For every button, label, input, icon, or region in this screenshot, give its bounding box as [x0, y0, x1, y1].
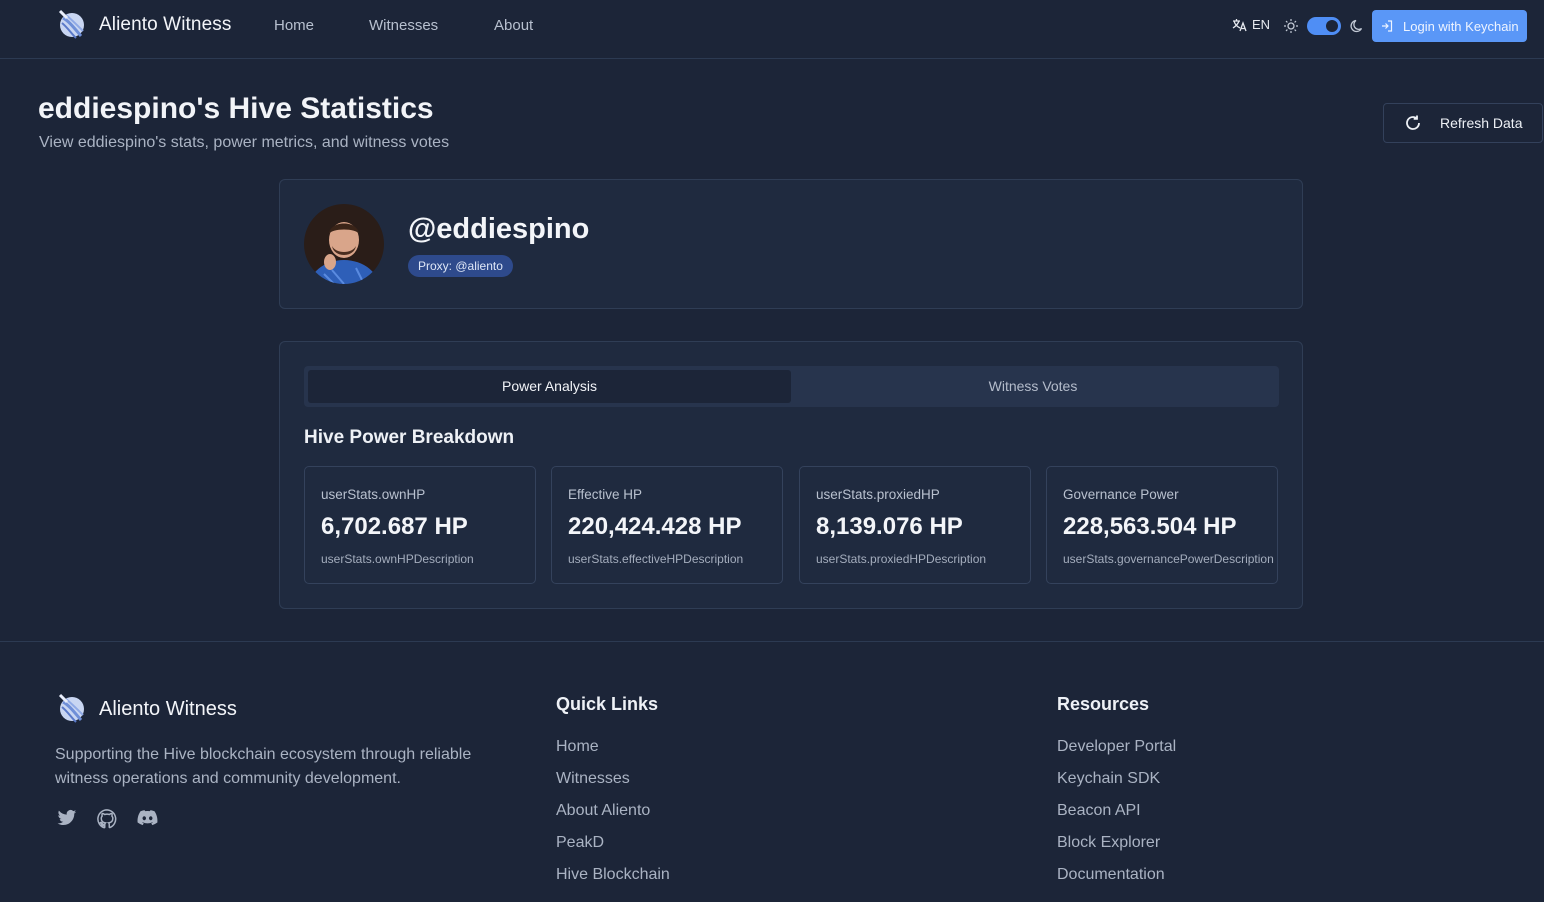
- toggle-knob: [1326, 20, 1338, 32]
- login-icon: [1382, 20, 1393, 32]
- quick-links-title: Quick Links: [556, 694, 659, 714]
- refresh-data-button[interactable]: Refresh Data: [1383, 103, 1543, 143]
- github-icon[interactable]: [97, 809, 117, 829]
- stat-card-own-hp: userStats.ownHP 6,702.687 HP userStats.o…: [304, 466, 536, 584]
- avatar: [304, 204, 384, 284]
- top-navbar: Aliento Witness Home Witnesses About EN …: [0, 0, 1544, 59]
- stat-description: userStats.governancePowerDescription: [1063, 552, 1274, 566]
- language-code: EN: [1252, 17, 1271, 32]
- footer-link-documentation[interactable]: Documentation: [1057, 866, 1165, 884]
- proxy-badge: Proxy: @aliento: [408, 255, 513, 277]
- nav-home[interactable]: Home: [274, 17, 314, 34]
- profile-card: @eddiespino Proxy: @aliento: [279, 179, 1303, 309]
- footer-link-peakd[interactable]: PeakD: [556, 834, 604, 852]
- page-title: eddiespino's Hive Statistics: [38, 92, 434, 125]
- resources-title: Resources: [1057, 694, 1150, 714]
- nav-about[interactable]: About: [494, 17, 533, 34]
- footer-link-keychain-sdk[interactable]: Keychain SDK: [1057, 770, 1160, 788]
- stat-description: userStats.effectiveHPDescription: [568, 552, 744, 566]
- stat-card-proxied-hp: userStats.proxiedHP 8,139.076 HP userSta…: [799, 466, 1031, 584]
- stat-card-effective-hp: Effective HP 220,424.428 HP userStats.ef…: [551, 466, 783, 584]
- aliento-logo-icon: [58, 693, 84, 723]
- footer: Aliento Witness Supporting the Hive bloc…: [0, 641, 1544, 902]
- theme-toggle[interactable]: [1307, 17, 1341, 35]
- page-subtitle: View eddiespino's stats, power metrics, …: [39, 134, 450, 151]
- stat-value: 8,139.076 HP: [816, 513, 963, 540]
- breakdown-title: Hive Power Breakdown: [304, 427, 515, 448]
- stat-description: userStats.ownHPDescription: [321, 552, 474, 566]
- stat-card-governance-power: Governance Power 228,563.504 HP userStat…: [1046, 466, 1278, 584]
- language-selector[interactable]: EN: [1232, 17, 1270, 32]
- stat-description: userStats.proxiedHPDescription: [816, 552, 987, 566]
- stat-label: userStats.ownHP: [321, 487, 426, 502]
- stat-label: userStats.proxiedHP: [816, 487, 940, 502]
- login-keychain-button[interactable]: Login with Keychain: [1372, 10, 1527, 42]
- stat-value: 220,424.428 HP: [568, 513, 742, 540]
- tab-power-analysis[interactable]: Power Analysis: [308, 370, 791, 403]
- footer-link-home[interactable]: Home: [556, 738, 599, 756]
- footer-link-witnesses[interactable]: Witnesses: [556, 770, 630, 788]
- login-label: Login with Keychain: [1403, 18, 1519, 34]
- aliento-logo-icon: [58, 9, 84, 39]
- footer-link-about-aliento[interactable]: About Aliento: [556, 802, 650, 820]
- footer-link-beacon-api[interactable]: Beacon API: [1057, 802, 1141, 820]
- nav-witnesses[interactable]: Witnesses: [369, 17, 438, 34]
- tab-witness-votes[interactable]: Witness Votes: [791, 370, 1275, 403]
- footer-link-block-explorer[interactable]: Block Explorer: [1057, 834, 1160, 852]
- footer-brand-name: Aliento Witness: [99, 697, 237, 720]
- stat-label: Governance Power: [1063, 487, 1179, 502]
- stat-value: 228,563.504 HP: [1063, 513, 1237, 540]
- footer-link-hive-blockchain[interactable]: Hive Blockchain: [556, 866, 670, 884]
- discord-icon[interactable]: [137, 809, 158, 827]
- translate-icon: [1232, 18, 1247, 31]
- tab-list: Power Analysis Witness Votes: [304, 366, 1279, 407]
- stat-label: Effective HP: [568, 487, 643, 502]
- footer-description: Supporting the Hive blockchain ecosystem…: [55, 746, 472, 787]
- brand-name: Aliento Witness: [99, 14, 232, 35]
- sun-icon: [1284, 19, 1298, 33]
- footer-link-developer-portal[interactable]: Developer Portal: [1057, 738, 1176, 756]
- footer-brand[interactable]: Aliento Witness: [57, 693, 237, 725]
- twitter-icon[interactable]: [57, 809, 77, 827]
- refresh-icon: [1406, 115, 1420, 130]
- moon-icon: [1350, 19, 1363, 33]
- brand-home-link[interactable]: Aliento Witness: [57, 9, 231, 41]
- refresh-label: Refresh Data: [1440, 115, 1523, 131]
- analysis-card: Power Analysis Witness Votes Hive Power …: [279, 341, 1303, 609]
- stat-value: 6,702.687 HP: [321, 513, 468, 540]
- profile-username: @eddiespino: [408, 213, 590, 245]
